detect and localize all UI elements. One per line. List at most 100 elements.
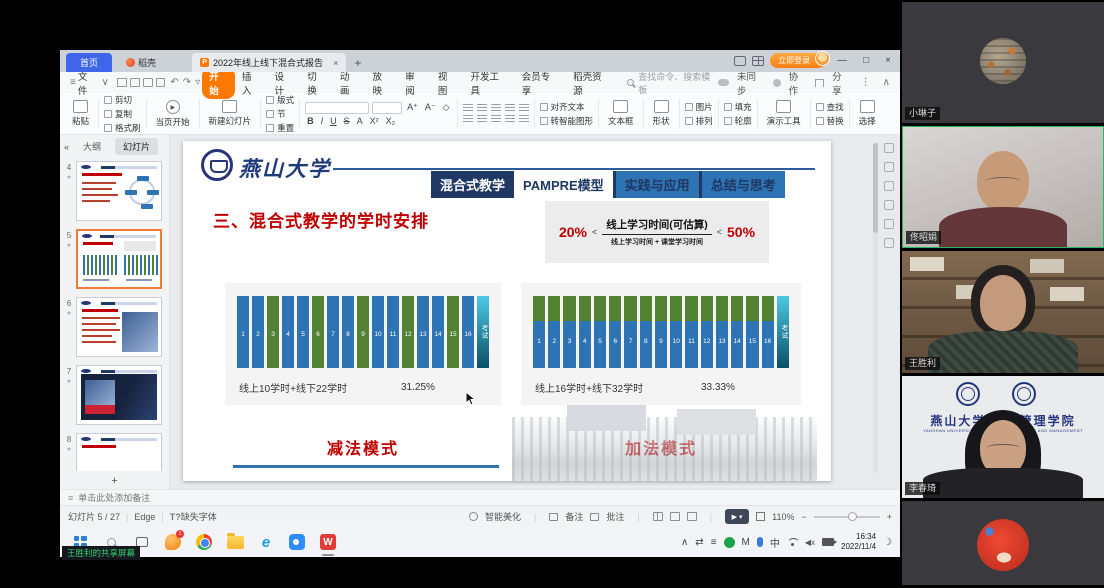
tray-chevron-up-icon[interactable]: ∧: [681, 537, 688, 548]
tray-microphone-icon[interactable]: [757, 537, 763, 547]
taskbar-folder-button[interactable]: [223, 530, 247, 554]
tab-docer[interactable]: 稻壳: [116, 53, 166, 72]
save-icon[interactable]: [130, 78, 140, 87]
notes-bar[interactable]: ≡ 单击此处添加备注: [60, 489, 900, 505]
panel-collapse-icon[interactable]: «: [64, 142, 69, 152]
format-b-button[interactable]: B: [305, 116, 316, 126]
properties-icon[interactable]: [884, 143, 894, 153]
sorter-view-icon[interactable]: [670, 512, 680, 521]
notification-moon-icon[interactable]: ☽: [883, 537, 892, 548]
ribbon-small-button-4-2[interactable]: 重置: [266, 122, 294, 134]
menu-file[interactable]: 文件 ∨: [78, 69, 111, 97]
command-search[interactable]: 查找命令、搜索模板: [627, 70, 718, 96]
ribbon-textbox-button[interactable]: 文本框: [604, 100, 638, 127]
reading-view-icon[interactable]: [687, 512, 697, 521]
ribbon-small-button-11-1[interactable]: 轮廓: [724, 115, 752, 127]
collab-button[interactable]: 协作: [789, 69, 808, 97]
slide[interactable]: 燕山大学 混合式教学PAMPRE模型实践与应用总结与思考 三、混合式教学的学时安…: [183, 141, 831, 481]
tray-green-app-icon[interactable]: [724, 537, 735, 548]
animation-icon[interactable]: [884, 181, 894, 191]
clear-format-button[interactable]: ◇: [441, 102, 452, 113]
paragraph-align-icon[interactable]: [505, 104, 515, 112]
zoom-slider-knob[interactable]: [848, 512, 857, 521]
normal-view-icon[interactable]: [653, 512, 663, 521]
design-icon[interactable]: [884, 162, 894, 172]
slideshow-play-button[interactable]: ▶▾: [725, 509, 749, 524]
paragraph-align-icon[interactable]: [519, 115, 529, 123]
slide-thumb-5[interactable]: 5★: [62, 229, 165, 289]
layout-switch-icon[interactable]: [734, 56, 746, 66]
participant-tile-4[interactable]: 燕山大学 经济管理学院 YANSHAN UNIVERSITY SCHOOL OF…: [902, 376, 1104, 498]
ribbon-small-button-1-1[interactable]: 复制: [104, 108, 141, 120]
participant-tile-3[interactable]: 王胜利: [902, 251, 1104, 373]
ribbon-shape-button[interactable]: 形状: [649, 100, 674, 127]
more-menu-icon[interactable]: ⋮: [861, 77, 871, 88]
slide-nav-tab-4[interactable]: 总结与思考: [699, 171, 785, 198]
paragraph-align-icon[interactable]: [463, 104, 473, 112]
fit-window-icon[interactable]: [756, 512, 765, 521]
ribbon-paste-button[interactable]: 粘贴: [68, 100, 93, 127]
zoom-in-button[interactable]: +: [887, 512, 892, 522]
zoom-slider[interactable]: [814, 516, 880, 518]
add-slide-button[interactable]: +: [60, 475, 169, 487]
format-x²-button[interactable]: X²: [368, 116, 381, 126]
tray-m-app-icon[interactable]: M: [742, 537, 750, 548]
taskbar-wps-button[interactable]: W: [316, 530, 340, 554]
slide-7-thumbnail[interactable]: [76, 365, 162, 425]
new-tab-button[interactable]: +: [346, 54, 369, 72]
format-i-button[interactable]: I: [319, 116, 326, 126]
note-button[interactable]: 备注: [565, 510, 583, 523]
ime-indicator[interactable]: 中: [770, 535, 780, 550]
paragraph-align-icon[interactable]: [477, 115, 487, 123]
slide-6-thumbnail[interactable]: [76, 297, 162, 357]
sync-status[interactable]: 未同步: [737, 69, 765, 97]
comment-button[interactable]: 批注: [606, 510, 624, 523]
paragraph-align-icon[interactable]: [491, 115, 501, 123]
output-mode[interactable]: Edge: [134, 512, 155, 522]
slide-5-thumbnail-selected[interactable]: [76, 229, 162, 289]
ribbon-play-button[interactable]: 当页开始: [152, 100, 194, 128]
ribbon-small-button-4-1[interactable]: 节: [266, 108, 294, 120]
shrink-font-button[interactable]: A⁻: [423, 102, 438, 113]
participant-tile-5[interactable]: [902, 501, 1104, 585]
taskbar-clock[interactable]: 16:342022/11/4: [841, 532, 876, 552]
ribbon-present-button[interactable]: 演示工具: [763, 100, 805, 127]
taskbar-meeting-button[interactable]: [285, 530, 309, 554]
ribbon-newslide-button[interactable]: 新建幻灯片: [205, 100, 256, 127]
hamburger-icon[interactable]: ≡: [70, 77, 76, 88]
tab-outline[interactable]: 大纲: [75, 138, 109, 155]
slide-8-thumbnail[interactable]: [76, 433, 162, 471]
ribbon-small-button-7-0[interactable]: 对齐文本: [540, 101, 594, 113]
share-button[interactable]: 分享: [832, 69, 851, 97]
more-dropdown-icon[interactable]: ▿: [195, 77, 200, 88]
ribbon-small-button-1-0[interactable]: 剪切: [104, 94, 141, 106]
slide-thumb-8[interactable]: 8★: [62, 433, 165, 471]
slide-nav-tab-1[interactable]: 混合式教学: [431, 171, 514, 198]
vertical-scrollbar[interactable]: [873, 143, 878, 473]
slide-nav-tab-3[interactable]: 实践与应用: [613, 171, 699, 198]
ribbon-small-button-4-0[interactable]: 版式: [266, 94, 294, 106]
minimize-button[interactable]: —: [832, 55, 852, 66]
collapse-ribbon-icon[interactable]: ∧: [883, 77, 890, 88]
ribbon-small-button-13-1[interactable]: 替换: [816, 115, 844, 127]
login-button[interactable]: 立即登录: [770, 53, 826, 68]
camera-icon[interactable]: [822, 538, 834, 546]
participant-tile-1[interactable]: 小琳子: [902, 2, 1104, 123]
comment-icon[interactable]: [884, 200, 894, 210]
missing-font-label[interactable]: 缺失字体: [181, 510, 217, 523]
beautify-button[interactable]: 智能美化: [485, 510, 521, 523]
paragraph-align-icon[interactable]: [519, 104, 529, 112]
new-doc-icon[interactable]: [117, 78, 127, 87]
paragraph-align-icon[interactable]: [491, 104, 501, 112]
ribbon-select-button[interactable]: 选择: [855, 100, 880, 127]
volume-muted-icon[interactable]: ◀x: [805, 538, 815, 547]
font-size-select[interactable]: [372, 102, 402, 114]
tab-document[interactable]: P 2022年线上线下混合式报告 ×: [192, 53, 346, 72]
zoom-out-button[interactable]: −: [801, 512, 806, 522]
slide-4-thumbnail[interactable]: [76, 161, 162, 221]
ribbon-small-button-10-1[interactable]: 排列: [685, 115, 713, 127]
ribbon-small-button-7-1[interactable]: 转智能图形: [540, 115, 594, 127]
format-u-button[interactable]: U: [328, 116, 339, 126]
preview-icon[interactable]: [156, 78, 166, 87]
format-x₂-button[interactable]: X₂: [384, 116, 398, 126]
